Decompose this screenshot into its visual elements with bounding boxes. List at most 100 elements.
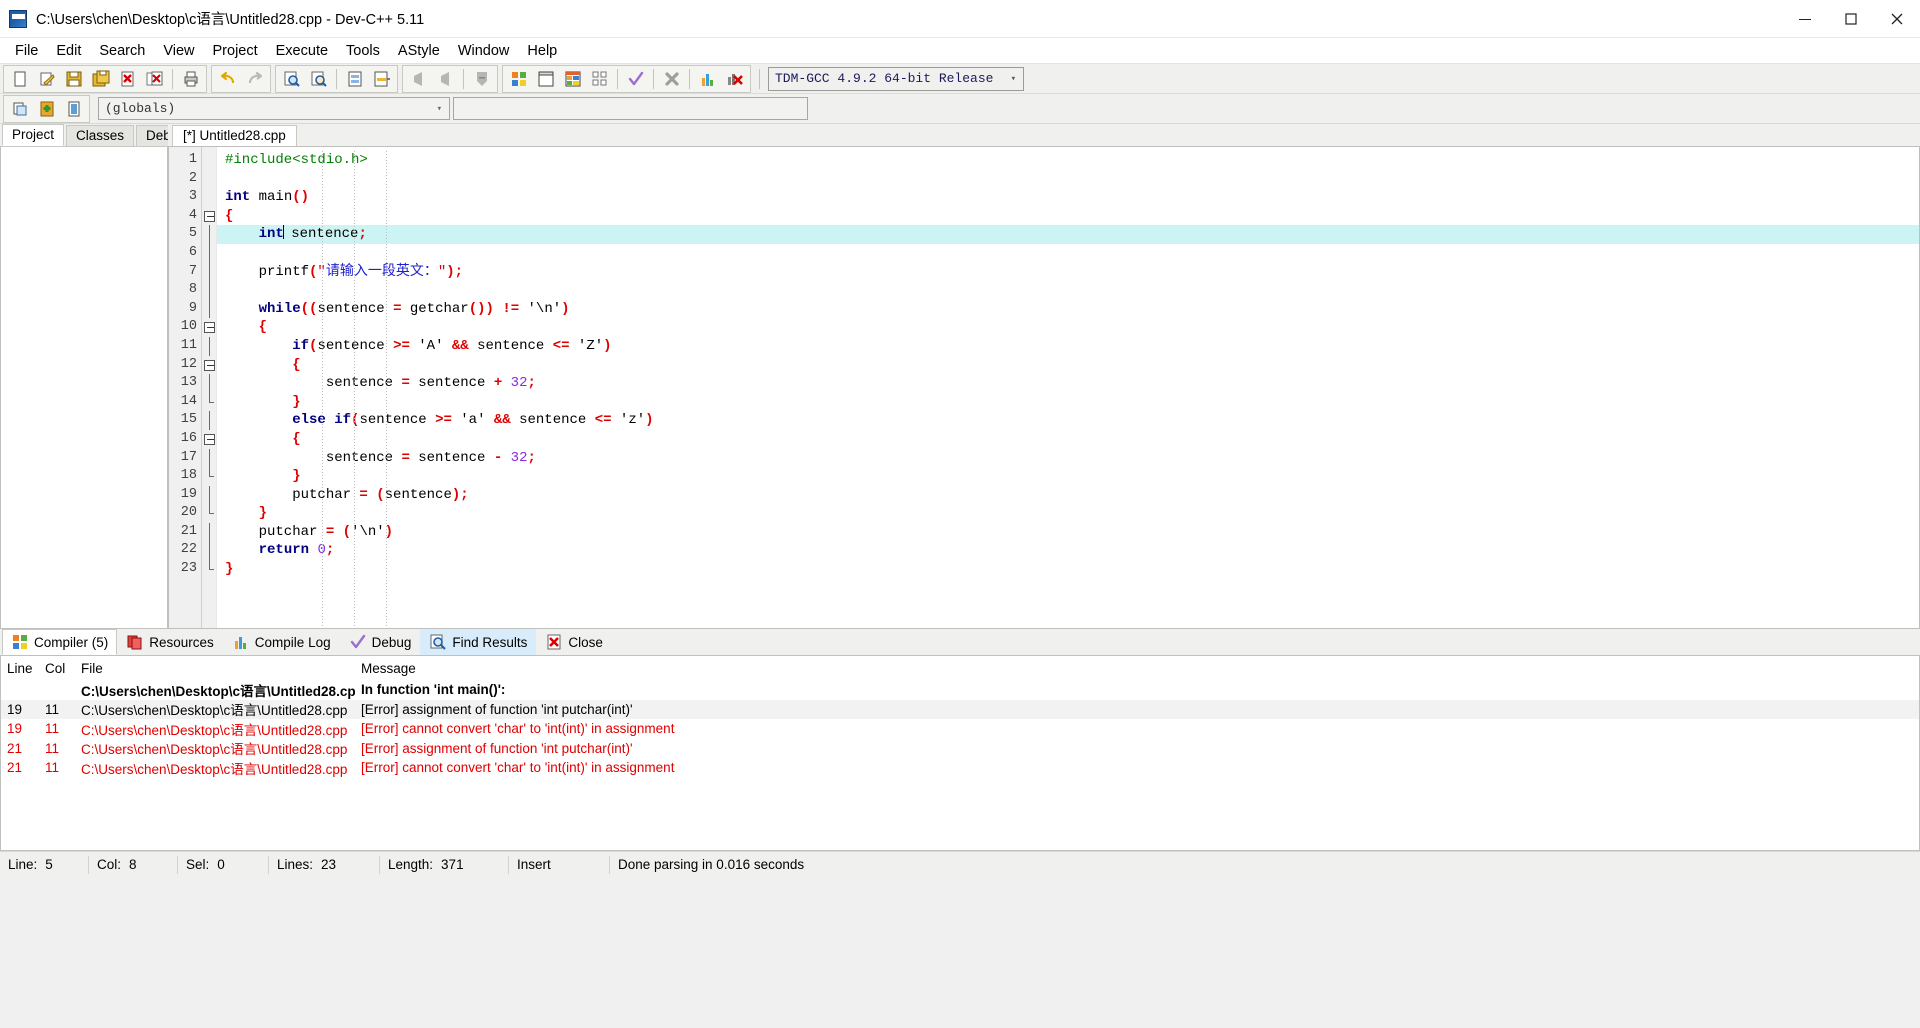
- tab-find-results[interactable]: Find Results: [420, 629, 537, 655]
- code-text-area[interactable]: #include<stdio.h> int main(){ int senten…: [217, 147, 1919, 628]
- line-number-gutter: 1 2 3 4 5 6 7 8 9 10 11 12 13 14 15 16 17 18 19 20 21 22 23: [169, 147, 202, 628]
- code-folding-column[interactable]: [202, 147, 217, 628]
- compiler-select[interactable]: TDM-GCC 4.9.2 64-bit Release ▾: [768, 66, 1024, 91]
- code-line[interactable]: sentence = sentence - 32;: [217, 449, 1919, 468]
- code-line[interactable]: if(sentence >= 'A' && sentence <= 'Z'): [217, 337, 1919, 356]
- status-insert-mode[interactable]: Insert: [509, 857, 609, 872]
- tab-resources[interactable]: Resources: [117, 629, 223, 655]
- replace-button[interactable]: [306, 67, 331, 91]
- code-line[interactable]: [217, 281, 1919, 300]
- new-file-button[interactable]: [7, 67, 32, 91]
- minimize-button[interactable]: [1782, 0, 1828, 38]
- tab-debug-panel[interactable]: Debug: [340, 629, 421, 655]
- panel-toggle-button[interactable]: [61, 97, 86, 121]
- fold-toggle[interactable]: [202, 207, 216, 226]
- menu-edit[interactable]: Edit: [47, 40, 90, 62]
- print-button[interactable]: [178, 67, 203, 91]
- tab-compiler[interactable]: Compiler (5): [2, 629, 118, 655]
- menu-search[interactable]: Search: [90, 40, 154, 62]
- status-line-value: 5: [45, 857, 53, 872]
- maximize-button[interactable]: [1828, 0, 1874, 38]
- table-row[interactable]: 21 11 C:\Users\chen\Desktop\c语言\Untitled28…: [1, 758, 1919, 778]
- code-line[interactable]: {: [217, 430, 1919, 449]
- compile-button[interactable]: [506, 67, 531, 91]
- undo-button[interactable]: [215, 67, 240, 91]
- fold-toggle[interactable]: [202, 356, 216, 375]
- compile-and-run-button[interactable]: [560, 67, 585, 91]
- code-line[interactable]: [217, 170, 1919, 189]
- code-line[interactable]: }: [217, 560, 1919, 579]
- close-all-button[interactable]: [142, 67, 167, 91]
- fold-toggle[interactable]: [202, 430, 216, 449]
- close-button[interactable]: [1874, 0, 1920, 38]
- profile-analysis-button[interactable]: [695, 67, 720, 91]
- save-file-button[interactable]: [61, 67, 86, 91]
- tab-project[interactable]: Project: [2, 124, 65, 146]
- code-line[interactable]: int sentence;: [217, 225, 1919, 244]
- menu-file[interactable]: File: [6, 40, 47, 62]
- code-line[interactable]: sentence = sentence + 32;: [217, 374, 1919, 393]
- code-line[interactable]: {: [217, 356, 1919, 375]
- code-line[interactable]: putchar = ('\n'): [217, 523, 1919, 542]
- goto-line-button[interactable]: [342, 67, 367, 91]
- menu-execute[interactable]: Execute: [267, 40, 337, 62]
- code-line[interactable]: {: [217, 318, 1919, 337]
- tab-classes[interactable]: Classes: [66, 125, 135, 146]
- collapse-icon[interactable]: [204, 322, 215, 334]
- table-row[interactable]: 19 11 C:\Users\chen\Desktop\c语言\Untitled28…: [1, 719, 1919, 739]
- code-line[interactable]: else if(sentence >= 'a' && sentence <= '…: [217, 411, 1919, 430]
- close-file-button[interactable]: [115, 67, 140, 91]
- project-tree[interactable]: [0, 146, 168, 629]
- menu-window[interactable]: Window: [449, 40, 519, 62]
- run-button[interactable]: [533, 67, 558, 91]
- code-line[interactable]: }: [217, 504, 1919, 523]
- tab-close-panel[interactable]: Close: [536, 629, 612, 655]
- menu-help[interactable]: Help: [518, 40, 566, 62]
- bookmark-button[interactable]: [469, 67, 494, 91]
- code-line[interactable]: int main(): [217, 188, 1919, 207]
- code-line[interactable]: #include<stdio.h>: [217, 151, 1919, 170]
- menu-view[interactable]: View: [154, 40, 203, 62]
- delete-profile-button[interactable]: [722, 67, 747, 91]
- add-to-project-button[interactable]: [34, 97, 59, 121]
- tab-compile-log[interactable]: Compile Log: [223, 629, 340, 655]
- save-all-button[interactable]: [88, 67, 113, 91]
- goto-function-button[interactable]: [369, 67, 394, 91]
- collapse-icon[interactable]: [204, 433, 215, 445]
- code-line[interactable]: while((sentence = getchar()) != '\n'): [217, 300, 1919, 319]
- table-row[interactable]: 21 11 C:\Users\chen\Desktop\c语言\Untitled28…: [1, 739, 1919, 759]
- member-select[interactable]: [453, 97, 808, 120]
- collapse-icon[interactable]: [204, 210, 215, 222]
- rebuild-all-button[interactable]: [587, 67, 612, 91]
- collapse-icon[interactable]: [204, 359, 215, 371]
- code-line[interactable]: }: [217, 467, 1919, 486]
- stop-execution-button[interactable]: [659, 67, 684, 91]
- code-editor[interactable]: 1 2 3 4 5 6 7 8 9 10 11 12 13 14 15 16 17 18 19 20 21 22 23 #i…: [168, 146, 1920, 629]
- code-line[interactable]: return 0;: [217, 541, 1919, 560]
- fold-toggle[interactable]: [202, 318, 216, 337]
- menu-bar: File Edit Search View Project Execute To…: [0, 38, 1920, 63]
- code-line[interactable]: [217, 244, 1919, 263]
- forward-button[interactable]: [433, 67, 458, 91]
- insert-snippet-button[interactable]: [7, 97, 32, 121]
- code-line[interactable]: printf("请输入一段英文：");: [217, 263, 1919, 282]
- menu-project[interactable]: Project: [204, 40, 267, 62]
- code-line[interactable]: }: [217, 393, 1919, 412]
- table-row[interactable]: C:\Users\chen\Desktop\c语言\Untitled28.cpp…: [1, 680, 1919, 700]
- scope-select[interactable]: (globals) ▾: [98, 97, 450, 120]
- menu-astyle[interactable]: AStyle: [389, 40, 449, 62]
- editor-tab-untitled28[interactable]: [*] Untitled28.cpp: [172, 125, 297, 146]
- open-file-button[interactable]: [34, 67, 59, 91]
- code-line[interactable]: {: [217, 207, 1919, 226]
- table-row[interactable]: 19 11 C:\Users\chen\Desktop\c语言\Untitled28…: [1, 699, 1919, 719]
- code-token: ): [561, 300, 570, 317]
- syntax-check-button[interactable]: [623, 67, 648, 91]
- redo-button[interactable]: [242, 67, 267, 91]
- find-button[interactable]: [279, 67, 304, 91]
- compiler-select-value: TDM-GCC 4.9.2 64-bit Release: [775, 71, 994, 86]
- menu-tools[interactable]: Tools: [337, 40, 389, 62]
- compiler-errors-table[interactable]: Line Col File Message C:\Users\chen\Desk…: [0, 655, 1920, 851]
- code-line[interactable]: putchar = (sentence);: [217, 486, 1919, 505]
- line-number: 23: [180, 561, 197, 577]
- back-button[interactable]: [406, 67, 431, 91]
